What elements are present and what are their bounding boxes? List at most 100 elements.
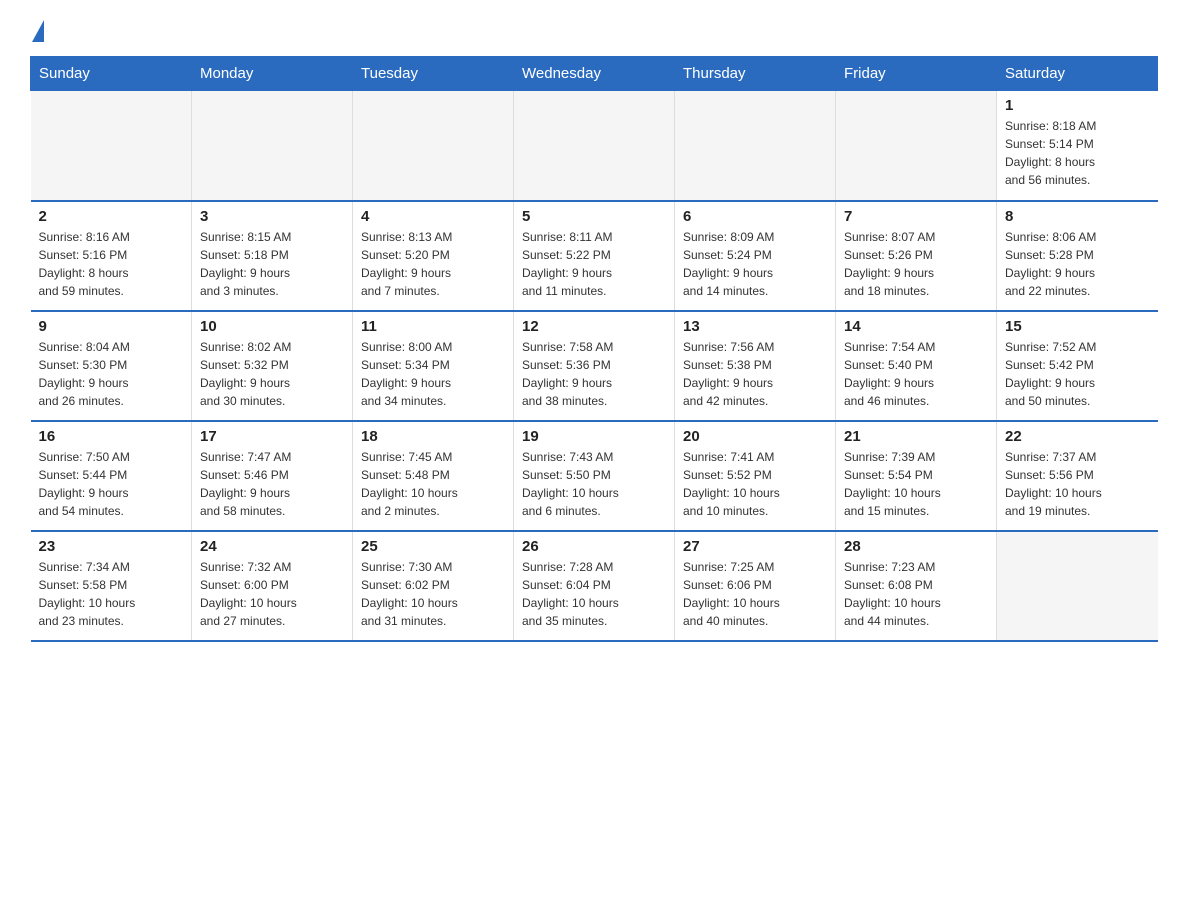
day-number: 27 [683,538,827,555]
day-number: 14 [844,318,988,335]
day-number: 2 [39,208,184,225]
calendar-cell: 2Sunrise: 8:16 AM Sunset: 5:16 PM Daylig… [31,201,192,311]
day-info: Sunrise: 8:04 AM Sunset: 5:30 PM Dayligh… [39,338,184,410]
day-number: 4 [361,208,505,225]
day-info: Sunrise: 7:37 AM Sunset: 5:56 PM Dayligh… [1005,448,1150,520]
calendar-cell: 15 Sunrise: 7:52 AM Sunset: 5:42 PM Dayli… [997,311,1158,421]
calendar-week-row: 1 Sunrise: 8:18 AM Sunset: 5:14 PM Daylig… [31,91,1158,201]
day-number: 1 [1005,97,1150,114]
day-number: 15 [1005,318,1150,335]
day-info: Sunrise: 7:47 AM Sunset: 5:46 PM Dayligh… [200,448,344,520]
logo [30,20,44,40]
day-number: 25 [361,538,505,555]
day-number: 3 [200,208,344,225]
calendar-cell: 24 Sunrise: 7:32 AM Sunset: 6:00 PM Dayli… [192,531,353,641]
day-number: 16 [39,428,184,445]
day-info: Sunrise: 8:11 AM Sunset: 5:22 PM Dayligh… [522,228,666,300]
day-info: Sunrise: 7:30 AM Sunset: 6:02 PM Dayligh… [361,558,505,630]
calendar-cell: 10Sunrise: 8:02 AM Sunset: 5:32 PM Dayli… [192,311,353,421]
calendar-cell [514,91,675,201]
day-info: Sunrise: 7:41 AM Sunset: 5:52 PM Dayligh… [683,448,827,520]
weekday-header-sunday: Sunday [31,57,192,91]
calendar-cell: 23 Sunrise: 7:34 AM Sunset: 5:58 PM Dayli… [31,531,192,641]
day-info: Sunrise: 8:07 AM Sunset: 5:26 PM Dayligh… [844,228,988,300]
day-info: Sunrise: 7:34 AM Sunset: 5:58 PM Dayligh… [39,558,184,630]
calendar-cell: 5 Sunrise: 8:11 AM Sunset: 5:22 PM Daylig… [514,201,675,311]
day-number: 13 [683,318,827,335]
day-info: Sunrise: 7:25 AM Sunset: 6:06 PM Dayligh… [683,558,827,630]
calendar-cell: 13 Sunrise: 7:56 AM Sunset: 5:38 PM Dayli… [675,311,836,421]
calendar-cell: 12 Sunrise: 7:58 AM Sunset: 5:36 PM Dayli… [514,311,675,421]
calendar-cell: 4 Sunrise: 8:13 AM Sunset: 5:20 PM Daylig… [353,201,514,311]
day-info: Sunrise: 8:15 AM Sunset: 5:18 PM Dayligh… [200,228,344,300]
day-info: Sunrise: 7:58 AM Sunset: 5:36 PM Dayligh… [522,338,666,410]
calendar-cell [192,91,353,201]
calendar-cell: 7 Sunrise: 8:07 AM Sunset: 5:26 PM Daylig… [836,201,997,311]
weekday-header-thursday: Thursday [675,57,836,91]
day-info: Sunrise: 7:50 AM Sunset: 5:44 PM Dayligh… [39,448,184,520]
day-number: 20 [683,428,827,445]
day-number: 6 [683,208,827,225]
calendar-cell: 26 Sunrise: 7:28 AM Sunset: 6:04 PM Dayli… [514,531,675,641]
calendar-cell: 1 Sunrise: 8:18 AM Sunset: 5:14 PM Daylig… [997,91,1158,201]
calendar-cell: 27 Sunrise: 7:25 AM Sunset: 6:06 PM Dayli… [675,531,836,641]
day-info: Sunrise: 7:39 AM Sunset: 5:54 PM Dayligh… [844,448,988,520]
day-info: Sunrise: 8:18 AM Sunset: 5:14 PM Dayligh… [1005,117,1150,189]
day-info: Sunrise: 7:28 AM Sunset: 6:04 PM Dayligh… [522,558,666,630]
calendar-week-row: 9 Sunrise: 8:04 AM Sunset: 5:30 PM Daylig… [31,311,1158,421]
day-number: 22 [1005,428,1150,445]
day-info: Sunrise: 7:43 AM Sunset: 5:50 PM Dayligh… [522,448,666,520]
day-number: 28 [844,538,988,555]
day-number: 18 [361,428,505,445]
calendar-week-row: 2Sunrise: 8:16 AM Sunset: 5:16 PM Daylig… [31,201,1158,311]
calendar-cell [836,91,997,201]
day-info: Sunrise: 7:52 AM Sunset: 5:42 PM Dayligh… [1005,338,1150,410]
logo-triangle-icon [32,20,44,42]
calendar-cell [353,91,514,201]
day-number: 19 [522,428,666,445]
day-number: 12 [522,318,666,335]
day-number: 8 [1005,208,1150,225]
day-info: Sunrise: 8:13 AM Sunset: 5:20 PM Dayligh… [361,228,505,300]
day-info: Sunrise: 7:45 AM Sunset: 5:48 PM Dayligh… [361,448,505,520]
calendar-cell [997,531,1158,641]
day-info: Sunrise: 7:56 AM Sunset: 5:38 PM Dayligh… [683,338,827,410]
calendar-table: SundayMondayTuesdayWednesdayThursdayFrid… [30,56,1158,642]
calendar-cell [31,91,192,201]
calendar-cell: 28Sunrise: 7:23 AM Sunset: 6:08 PM Dayli… [836,531,997,641]
day-number: 17 [200,428,344,445]
day-number: 11 [361,318,505,335]
calendar-cell: 6 Sunrise: 8:09 AM Sunset: 5:24 PM Daylig… [675,201,836,311]
calendar-cell: 19 Sunrise: 7:43 AM Sunset: 5:50 PM Dayli… [514,421,675,531]
weekday-header-monday: Monday [192,57,353,91]
calendar-cell: 22 Sunrise: 7:37 AM Sunset: 5:56 PM Dayli… [997,421,1158,531]
day-info: Sunrise: 7:32 AM Sunset: 6:00 PM Dayligh… [200,558,344,630]
weekday-header-saturday: Saturday [997,57,1158,91]
calendar-cell: 18 Sunrise: 7:45 AM Sunset: 5:48 PM Dayli… [353,421,514,531]
day-number: 7 [844,208,988,225]
calendar-cell: 21Sunrise: 7:39 AM Sunset: 5:54 PM Dayli… [836,421,997,531]
day-info: Sunrise: 8:09 AM Sunset: 5:24 PM Dayligh… [683,228,827,300]
calendar-cell: 16 Sunrise: 7:50 AM Sunset: 5:44 PM Dayli… [31,421,192,531]
weekday-header-tuesday: Tuesday [353,57,514,91]
day-number: 24 [200,538,344,555]
day-number: 26 [522,538,666,555]
calendar-cell [675,91,836,201]
weekday-header-row: SundayMondayTuesdayWednesdayThursdayFrid… [31,57,1158,91]
day-info: Sunrise: 8:06 AM Sunset: 5:28 PM Dayligh… [1005,228,1150,300]
day-info: Sunrise: 7:54 AM Sunset: 5:40 PM Dayligh… [844,338,988,410]
day-number: 23 [39,538,184,555]
day-number: 9 [39,318,184,335]
weekday-header-friday: Friday [836,57,997,91]
calendar-cell: 17 Sunrise: 7:47 AM Sunset: 5:46 PM Dayli… [192,421,353,531]
page-header [30,20,1158,40]
calendar-cell: 11 Sunrise: 8:00 AM Sunset: 5:34 PM Dayli… [353,311,514,421]
calendar-week-row: 23 Sunrise: 7:34 AM Sunset: 5:58 PM Dayli… [31,531,1158,641]
day-number: 5 [522,208,666,225]
day-info: Sunrise: 8:00 AM Sunset: 5:34 PM Dayligh… [361,338,505,410]
day-number: 10 [200,318,344,335]
calendar-cell: 8 Sunrise: 8:06 AM Sunset: 5:28 PM Daylig… [997,201,1158,311]
calendar-cell: 14 Sunrise: 7:54 AM Sunset: 5:40 PM Dayli… [836,311,997,421]
calendar-cell: 3 Sunrise: 8:15 AM Sunset: 5:18 PM Daylig… [192,201,353,311]
calendar-week-row: 16 Sunrise: 7:50 AM Sunset: 5:44 PM Dayli… [31,421,1158,531]
